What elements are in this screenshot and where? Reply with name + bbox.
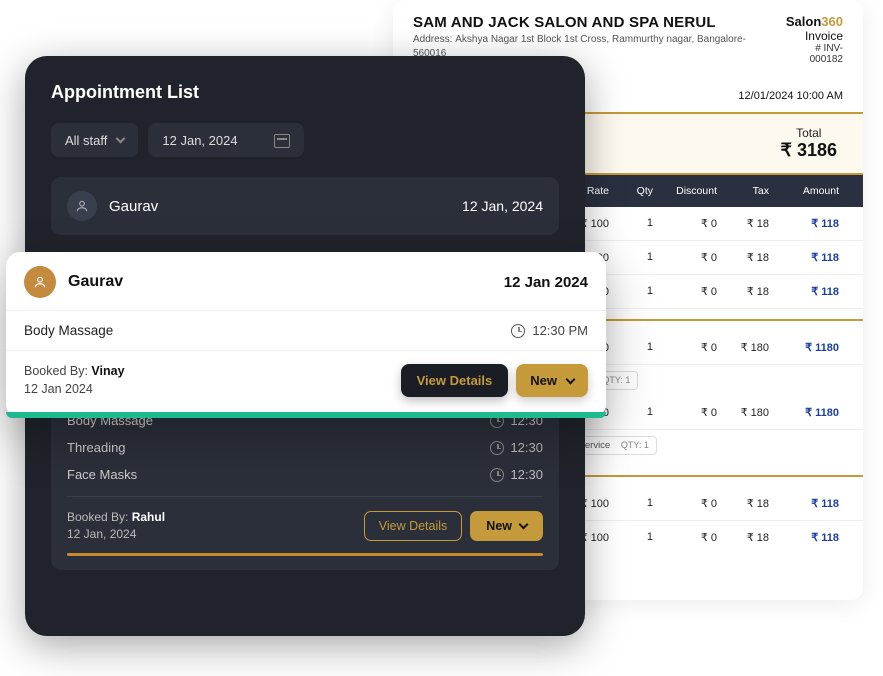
service-name: Face Masks — [67, 467, 137, 482]
invoice-business-name: SAM AND JACK SALON AND SPA NERUL — [413, 14, 773, 31]
chevron-down-icon — [566, 374, 576, 384]
customer-name: Gaurav — [109, 198, 158, 215]
appointment-title: Appointment List — [51, 82, 559, 103]
view-details-button[interactable]: View Details — [401, 364, 509, 397]
appointment-card[interactable]: Gaurav 12 Jan, 2024 — [51, 177, 559, 235]
status-bar — [6, 412, 606, 418]
new-button[interactable]: New — [516, 364, 588, 397]
invoice-brand-block: Salon360 Invoice # INV-000182 — [783, 14, 843, 76]
service-name: Threading — [67, 440, 126, 455]
appointment-date: 12 Jan, 2024 — [462, 198, 543, 214]
invoice-number: # INV-000182 — [783, 43, 843, 65]
clock-icon — [490, 441, 504, 455]
booked-by: Booked By: Rahul 12 Jan, 2024 — [67, 509, 165, 543]
customer-name: Gaurav — [68, 273, 123, 291]
user-icon — [24, 266, 56, 298]
date-filter[interactable]: 12 Jan, 2024 — [148, 123, 303, 157]
chevron-down-icon — [116, 134, 126, 144]
new-button[interactable]: New — [470, 511, 543, 541]
invoice-total: ₹ 3186 — [781, 140, 838, 161]
calendar-icon — [274, 132, 290, 148]
status-bar — [67, 553, 543, 556]
service-name: Body Massage — [24, 323, 113, 338]
user-icon — [67, 191, 97, 221]
clock-icon — [490, 468, 504, 482]
appointment-popup: Gaurav 12 Jan 2024 Body Massage 12:30 PM… — [6, 252, 606, 418]
appointment-date: 12 Jan 2024 — [504, 274, 588, 291]
clock-icon — [511, 324, 525, 338]
staff-filter[interactable]: All staff — [51, 123, 138, 157]
view-details-button[interactable]: View Details — [364, 511, 463, 541]
chevron-down-icon — [519, 519, 529, 529]
appointment-card[interactable]: Body Massage 12:30 Threading 12:30 Face … — [51, 399, 559, 570]
booked-by: Booked By: Vinay 12 Jan 2024 — [24, 363, 125, 398]
